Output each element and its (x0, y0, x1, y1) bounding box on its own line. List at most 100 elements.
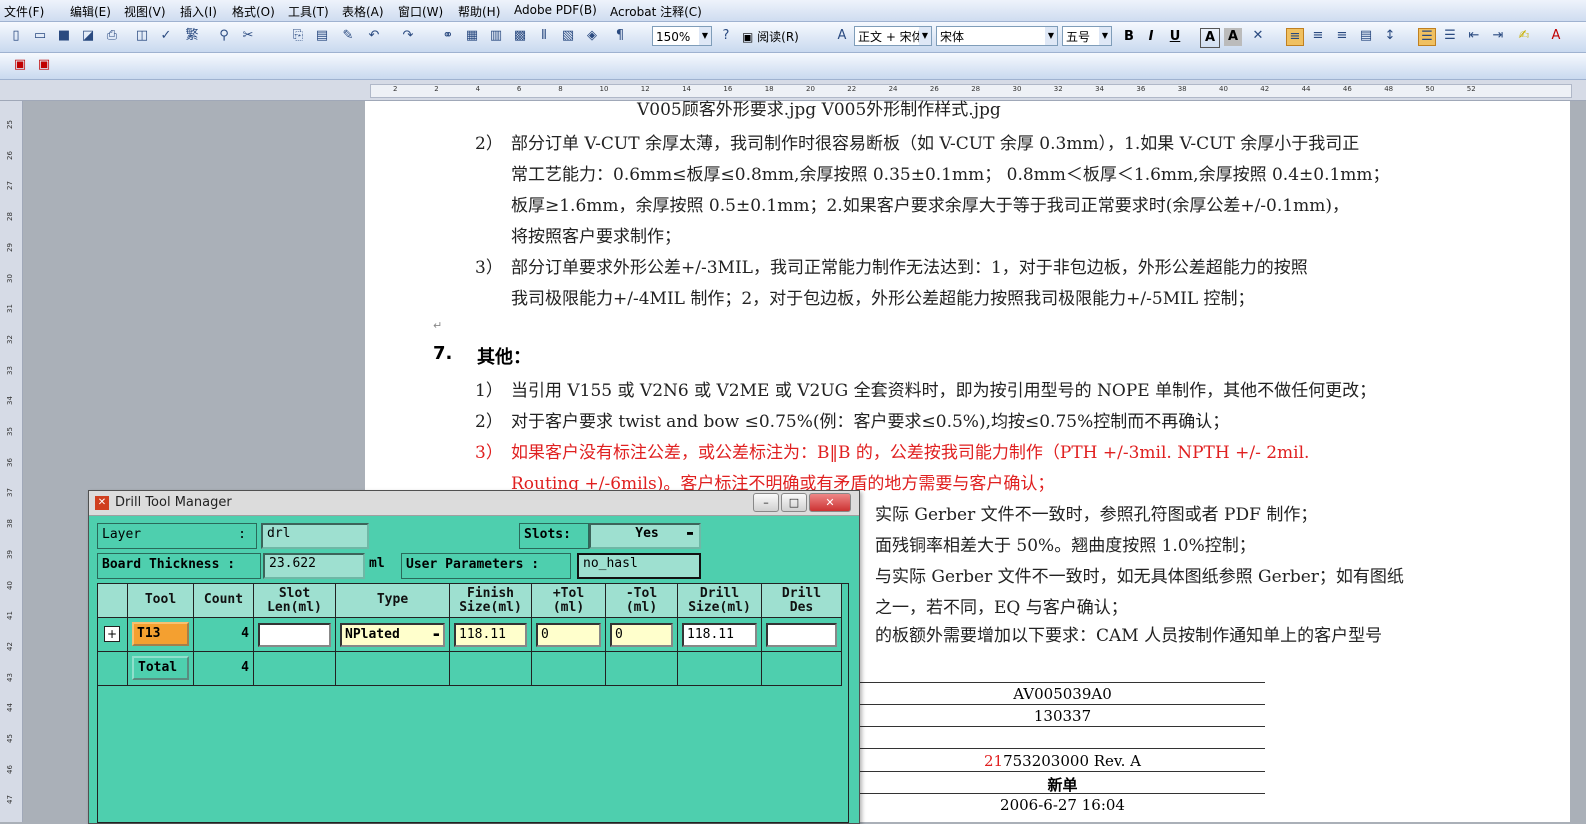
menu-insert[interactable]: 插入(I) (180, 3, 217, 20)
save-icon[interactable]: ■ (56, 28, 72, 44)
board-thickness-label: Board Thickness : (97, 553, 261, 579)
print-preview-icon[interactable]: ◫ (134, 28, 150, 44)
cell-minus-tol[interactable]: 0 (606, 618, 678, 652)
char-border-button[interactable]: A (1200, 28, 1220, 48)
font-size-select[interactable]: 五号 ▼ (1062, 26, 1112, 46)
convert-to-pdf-icon[interactable]: ▣ (12, 57, 28, 73)
menu-acrobat-comment[interactable]: Acrobat 注释(C) (610, 3, 702, 20)
cell-drill-des[interactable] (762, 618, 842, 652)
s7-tail-line: 之一，若不同，EQ 与客户确认； (875, 598, 1128, 618)
italic-button[interactable]: I (1142, 28, 1160, 46)
cell-slot-len[interactable] (254, 618, 336, 652)
redo-icon[interactable]: ↷ (400, 28, 416, 44)
increase-indent-icon[interactable]: ⇥ (1490, 28, 1506, 44)
show-hide-icon[interactable]: ¶ (612, 28, 628, 44)
paste-icon[interactable]: ▤ (314, 28, 330, 44)
col-count: Count (194, 584, 254, 618)
reading-layout-button[interactable]: ▣ 阅读(R) (742, 28, 799, 45)
research-icon[interactable]: ⚲ (216, 28, 232, 44)
menu-view[interactable]: 视图(V) (124, 3, 166, 20)
align-right-icon[interactable]: ≡ (1334, 28, 1350, 44)
bold-button[interactable]: B (1120, 28, 1138, 46)
user-parameters-button[interactable]: User Parameters : (401, 553, 571, 579)
ruler-tick: 42 (1260, 85, 1270, 93)
total-label[interactable]: Total (128, 652, 194, 686)
menu-window[interactable]: 窗口(W) (398, 3, 443, 20)
s7-num: 2） (475, 412, 503, 432)
drawing-icon[interactable]: ▧ (560, 28, 576, 44)
print-icon[interactable]: ⎙ (104, 28, 120, 44)
grid-corner (98, 584, 128, 618)
zoom-select[interactable]: 150% ▼ (652, 26, 712, 46)
align-center-icon[interactable]: ≡ (1310, 28, 1326, 44)
char-shading-button[interactable]: A (1224, 28, 1242, 46)
cell-tool[interactable]: T13 (128, 618, 194, 652)
minimize-button[interactable]: – (753, 493, 779, 512)
dtm-titlebar[interactable]: ✕ Drill Tool Manager – □ ✕ (89, 491, 859, 516)
menu-edit[interactable]: 编辑(E) (70, 3, 111, 20)
maximize-button[interactable]: □ (781, 493, 807, 512)
menu-format[interactable]: 格式(O) (232, 3, 275, 20)
slots-select[interactable]: Yes ▬ (589, 523, 701, 549)
traditional-chinese-icon[interactable]: 繁 (184, 28, 200, 44)
vertical-ruler[interactable]: 25 26 27 28 29 30 31 32 33 34 35 36 37 38 39 40 41 42 43 44… (0, 101, 23, 822)
open-folder-icon[interactable]: ▭ (32, 28, 48, 44)
decrease-indent-icon[interactable]: ⇤ (1466, 28, 1482, 44)
col-drill-des: Drill Des (762, 584, 842, 618)
user-parameters-field[interactable]: no_hasl (577, 553, 701, 579)
line-spacing-icon[interactable]: ↕ (1382, 28, 1398, 44)
close-button[interactable]: ✕ (809, 493, 851, 512)
layer-field[interactable]: drl (261, 523, 369, 549)
convert-and-email-icon[interactable]: ▣ (36, 57, 52, 73)
undo-icon[interactable]: ↶ (366, 28, 382, 44)
cell-finish[interactable]: 118.11 (450, 618, 532, 652)
bullets-icon[interactable]: ☰ (1442, 28, 1458, 44)
cell-plus-tol[interactable]: 0 (532, 618, 606, 652)
insert-excel-icon[interactable]: ▩ (512, 28, 528, 44)
font-select[interactable]: 宋体 ▼ (936, 26, 1058, 46)
cut-icon[interactable]: ✂ (240, 28, 256, 44)
columns-icon[interactable]: ⫴ (536, 28, 552, 44)
font-color-icon[interactable]: A (1548, 28, 1564, 44)
vruler-tick: 35 (6, 427, 14, 436)
drill-tool-manager-window[interactable]: ✕ Drill Tool Manager – □ ✕ Layer: drl Sl… (88, 490, 860, 824)
style-select[interactable]: 正文 + 宋体 ▼ (854, 26, 932, 46)
row-expand[interactable]: + (98, 618, 128, 652)
menu-help[interactable]: 帮助(H) (458, 3, 500, 20)
type-select[interactable]: NPlated ▬ (340, 623, 445, 647)
s7-num: 1） (475, 381, 503, 401)
insert-table-icon[interactable]: ▥ (488, 28, 504, 44)
distributed-icon[interactable]: ▤ (1358, 28, 1374, 44)
cell-type[interactable]: NPlated ▬ (336, 618, 450, 652)
total-cell (336, 652, 450, 686)
tables-borders-icon[interactable]: ▦ (464, 28, 480, 44)
item-2-line: 板厚≥1.6mm，余厚按照 0.5±0.1mm；2.如果客户要求余厚大于等于我司… (511, 196, 1349, 216)
highlight-icon[interactable]: ✍ (1516, 28, 1532, 44)
total-cell (450, 652, 532, 686)
underline-button[interactable]: U (1166, 28, 1184, 46)
help-icon[interactable]: ? (718, 28, 734, 44)
document-map-icon[interactable]: ◈ (584, 28, 600, 44)
hyperlink-icon[interactable]: ⚭ (440, 28, 456, 44)
spellcheck-icon[interactable]: ✓ (158, 28, 174, 44)
styles-pane-icon[interactable]: A (834, 28, 850, 44)
menu-tools[interactable]: 工具(T) (288, 3, 329, 20)
new-doc-icon[interactable]: ▯ (8, 28, 24, 44)
numbering-icon[interactable]: ☰ (1418, 28, 1436, 46)
justify-icon[interactable]: ≡ (1286, 28, 1304, 46)
ruler-tick: 6 (516, 85, 522, 93)
section-7-num: 7. (433, 343, 453, 364)
expand-icon[interactable]: + (104, 626, 120, 642)
vruler-tick: 47 (6, 795, 14, 805)
vruler-tick: 33 (6, 365, 14, 375)
menu-adobe-pdf[interactable]: Adobe PDF(B) (514, 3, 597, 17)
format-painter-icon[interactable]: ✎ (340, 28, 356, 44)
ruler-tick: 10 (599, 85, 609, 93)
menu-table[interactable]: 表格(A) (342, 3, 384, 20)
cell-drill-size[interactable]: 118.11 (678, 618, 762, 652)
permission-icon[interactable]: ◪ (80, 28, 96, 44)
copy-icon[interactable]: ⎘ (290, 28, 306, 44)
char-scale-icon[interactable]: ✕ (1250, 28, 1266, 44)
board-thickness-field[interactable]: 23.622 (263, 553, 365, 579)
menu-file[interactable]: 文件(F) (4, 3, 44, 20)
